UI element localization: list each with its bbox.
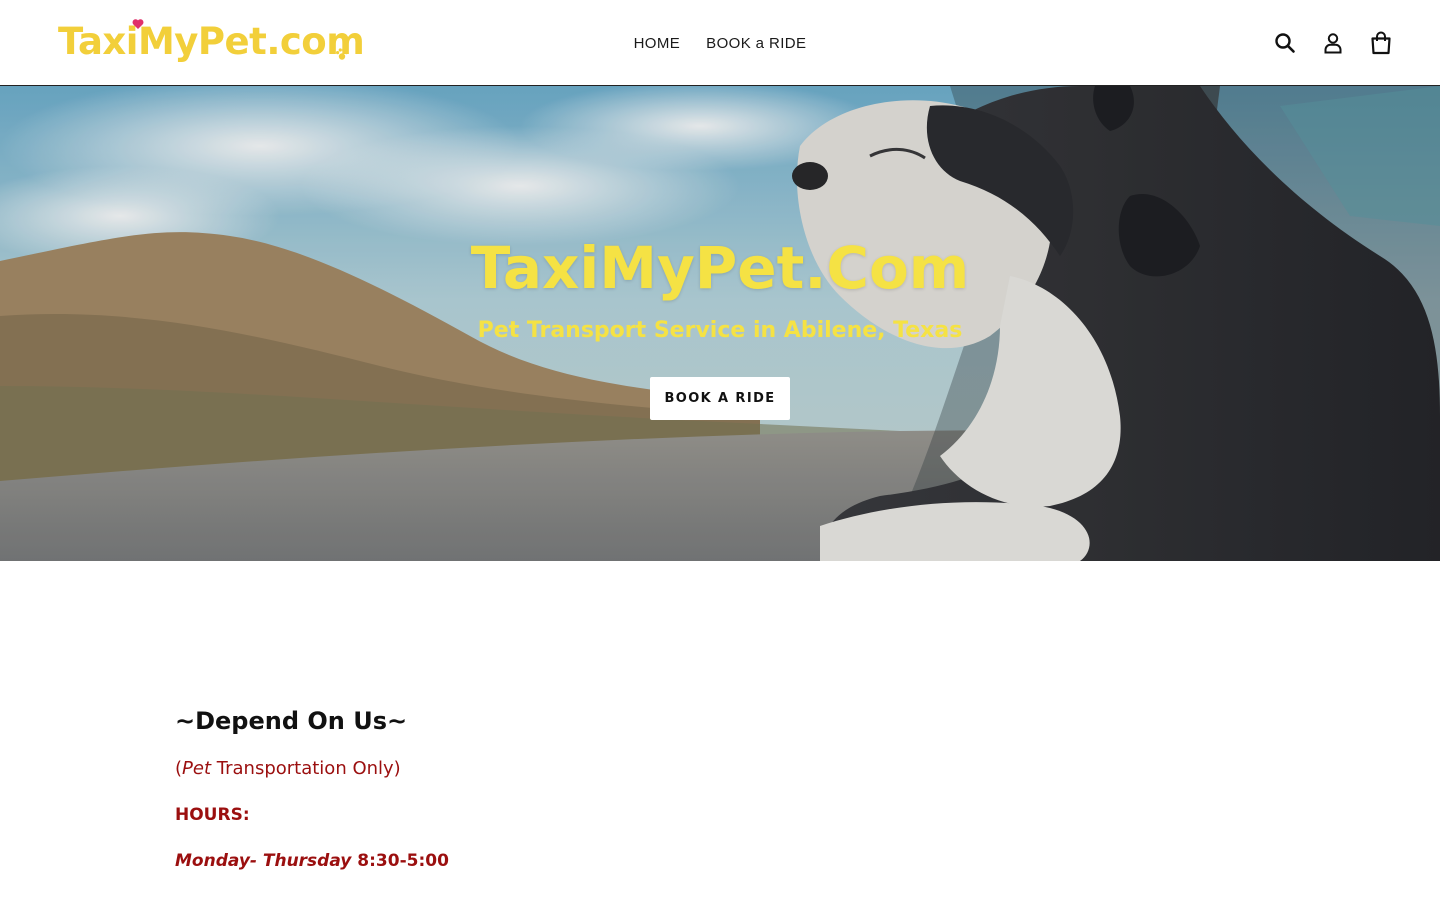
hours-days: Monday- Thursday 8:30-5:00 <box>175 849 1265 873</box>
paw-icon <box>336 48 348 60</box>
header-icons <box>1272 28 1394 58</box>
book-a-ride-button[interactable]: BOOK A RIDE <box>650 377 790 420</box>
nav-book-a-ride[interactable]: BOOK a RIDE <box>706 31 806 56</box>
logo-text: TaxiMyPet.com <box>58 19 365 63</box>
hero-banner: TaxiMyPet.Com Pet Transport Service in A… <box>0 86 1440 561</box>
service-note: (Pet Transportation Only) <box>175 757 1265 781</box>
heart-icon <box>132 19 144 29</box>
hero-subtitle: Pet Transport Service in Abilene, Texas <box>477 318 963 343</box>
hero-title: TaxiMyPet.Com <box>470 234 970 302</box>
days-range: Monday- Thursday <box>175 851 352 871</box>
nav-home[interactable]: HOME <box>634 31 681 56</box>
hours-label: HOURS: <box>175 805 250 825</box>
note-italic: Pet <box>182 758 212 779</box>
section-heading: ~Depend On Us~ <box>175 707 408 735</box>
search-icon[interactable] <box>1272 30 1298 56</box>
logo-link[interactable]: TaxiMyPet.com <box>58 16 388 66</box>
note-open-paren: ( <box>175 758 183 779</box>
days-time: 8:30-5:00 <box>351 851 449 871</box>
cart-icon[interactable] <box>1368 30 1394 56</box>
site-header: TaxiMyPet.com HOME BOOK a RIDE <box>0 0 1440 86</box>
account-icon[interactable] <box>1320 30 1346 56</box>
main-content: ~Depend On Us~ (Pet Transportation Only)… <box>175 703 1265 873</box>
note-rest: Transportation Only) <box>211 758 401 779</box>
